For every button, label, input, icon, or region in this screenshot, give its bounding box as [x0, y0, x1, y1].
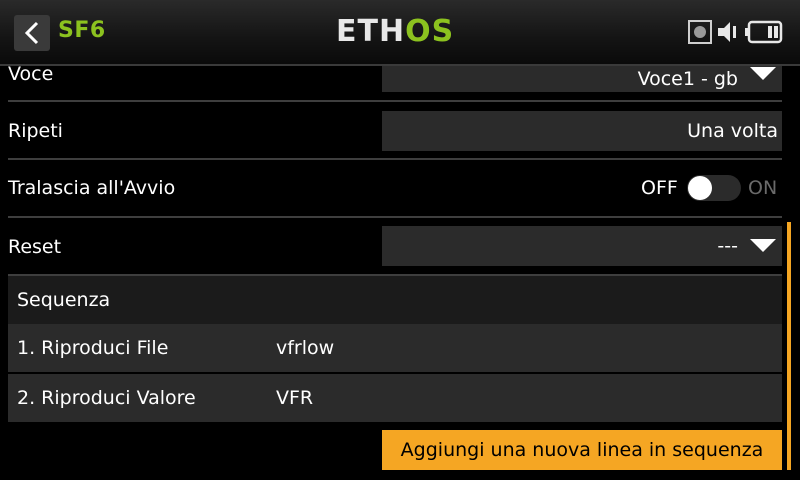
sequence-item[interactable]: 1. Riproduci File vfrlow — [8, 324, 782, 372]
logo-main: ETH — [336, 14, 406, 49]
toggle-on-label: ON — [748, 177, 778, 199]
toggle-knob — [688, 176, 712, 200]
dropdown-arrow-icon — [750, 239, 776, 252]
sequence-header: Sequenza — [8, 276, 782, 324]
skip-startup-label: Tralascia all'Avvio — [8, 177, 176, 199]
voice-label: Voce — [8, 63, 54, 85]
reset-select[interactable]: --- — [382, 226, 782, 266]
ethos-logo: ETHOS — [336, 17, 454, 47]
voice-select[interactable]: Voce1 - gb — [382, 66, 782, 92]
top-bar: SF6 ETHOS — [0, 0, 800, 66]
speaker-icon — [718, 22, 736, 42]
sequence-item-name: 1. Riproduci File — [17, 337, 169, 359]
chevron-left-icon — [24, 21, 39, 45]
back-button[interactable] — [14, 15, 50, 51]
sequence-item-value: VFR — [276, 387, 314, 409]
scrollbar[interactable] — [787, 222, 791, 470]
sequence-item[interactable]: 2. Riproduci Valore VFR — [8, 374, 782, 422]
record-icon — [688, 20, 712, 44]
logo-accent: OS — [405, 14, 455, 49]
divider — [8, 100, 782, 102]
repeat-field[interactable]: Una volta — [382, 111, 782, 151]
voice-value: Voce1 - gb — [637, 68, 738, 90]
dropdown-arrow-icon — [750, 67, 776, 80]
divider — [8, 158, 782, 160]
sequence-title: Sequenza — [17, 289, 111, 311]
divider — [8, 216, 782, 218]
reset-label: Reset — [8, 236, 62, 258]
battery-icon — [745, 20, 783, 44]
page-title: SF6 — [58, 18, 106, 43]
repeat-value: Una volta — [687, 120, 778, 142]
toggle-off-label: OFF — [641, 177, 678, 199]
sequence-item-name: 2. Riproduci Valore — [17, 387, 196, 409]
repeat-label: Ripeti — [8, 120, 63, 142]
reset-value: --- — [717, 235, 738, 257]
sequence-item-value: vfrlow — [276, 337, 335, 359]
skip-startup-toggle[interactable] — [687, 175, 741, 201]
add-sequence-line-button[interactable]: Aggiungi una nuova linea in sequenza — [382, 430, 782, 470]
